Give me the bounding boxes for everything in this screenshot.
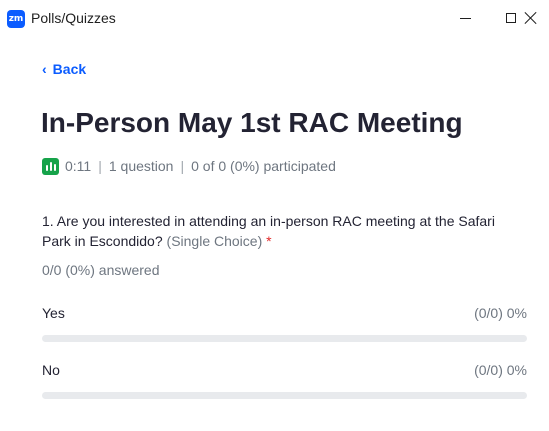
separator: | xyxy=(98,158,102,174)
answered-count: 0/0 (0%) answered xyxy=(42,262,160,278)
question-count: 1 question xyxy=(108,158,174,174)
minimize-button[interactable] xyxy=(442,0,488,36)
chevron-left-icon: ‹ xyxy=(42,61,47,77)
option-yes: Yes (0/0) 0% xyxy=(42,305,527,342)
bar-chart-icon xyxy=(42,157,59,175)
result-bar xyxy=(42,335,527,342)
polls-window: zm Polls/Quizzes ‹ Back In-Person May 1s… xyxy=(0,0,549,431)
poll-timer: 0:11 xyxy=(65,158,92,174)
poll-title: In-Person May 1st RAC Meeting xyxy=(41,107,463,138)
question-type: (Single Choice) xyxy=(166,233,263,249)
participation-status: 0 of 0 (0%) participated xyxy=(191,158,336,174)
option-label: No xyxy=(42,362,60,378)
close-icon xyxy=(524,11,538,25)
question-text: 1. Are you interested in attending an in… xyxy=(42,211,512,251)
zoom-app-icon: zm xyxy=(7,10,25,28)
result-bar xyxy=(42,392,527,399)
required-marker: * xyxy=(266,233,272,249)
back-link[interactable]: ‹ Back xyxy=(42,61,86,77)
close-button[interactable] xyxy=(513,0,549,36)
option-no: No (0/0) 0% xyxy=(42,362,527,399)
option-result: (0/0) 0% xyxy=(474,305,527,321)
option-label: Yes xyxy=(42,305,65,321)
back-label: Back xyxy=(52,61,87,77)
minimize-icon xyxy=(459,17,471,19)
poll-meta: 0:11 | 1 question | 0 of 0 (0%) particip… xyxy=(42,157,336,175)
title-bar: zm Polls/Quizzes xyxy=(0,0,549,36)
separator: | xyxy=(180,158,185,174)
window-title: Polls/Quizzes xyxy=(31,10,116,26)
option-result: (0/0) 0% xyxy=(474,362,527,378)
